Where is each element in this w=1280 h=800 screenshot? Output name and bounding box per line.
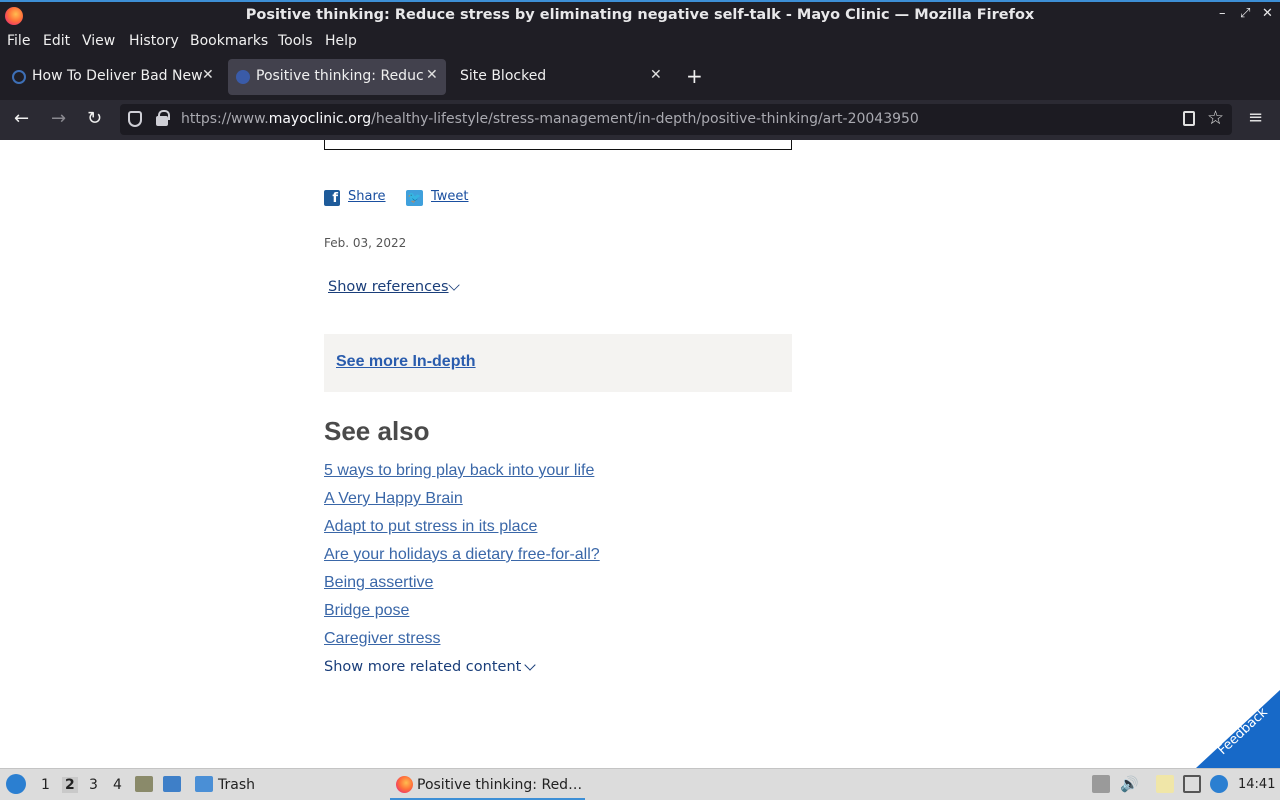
clipboard-icon[interactable] (1156, 775, 1174, 793)
tweet-link[interactable]: Tweet (431, 189, 469, 204)
taskbar-firefox-task[interactable]: Positive thinking: Red… (390, 769, 585, 800)
menu-history[interactable]: History (129, 33, 179, 49)
new-tab-button[interactable]: + (686, 64, 703, 88)
menu-view[interactable]: View (82, 33, 115, 49)
share-facebook-link[interactable]: Share (348, 189, 386, 204)
related-link[interactable]: Caregiver stress (324, 630, 440, 648)
menu-file[interactable]: File (7, 33, 30, 49)
menu-bookmarks[interactable]: Bookmarks (190, 33, 268, 49)
start-menu-icon[interactable] (6, 774, 26, 794)
tab-bad-news[interactable]: How To Deliver Bad News ✕ (4, 59, 222, 95)
facebook-icon[interactable]: f (324, 190, 340, 206)
window-titlebar: Positive thinking: Reduce stress by elim… (0, 0, 1280, 29)
window-title: Positive thinking: Reduce stress by elim… (245, 7, 1035, 23)
tray-app-icon[interactable] (1092, 775, 1110, 793)
menu-edit[interactable]: Edit (43, 33, 70, 49)
workspace-4[interactable]: 4 (113, 777, 122, 793)
tracking-protection-shield-icon[interactable] (128, 111, 142, 127)
tab-site-blocked[interactable]: Site Blocked ✕ (452, 59, 670, 95)
see-more-in-depth-link[interactable]: See more In-depth (336, 353, 476, 371)
related-link[interactable]: Being assertive (324, 574, 433, 592)
url-text[interactable]: https://www.mayoclinic.org/healthy-lifes… (181, 111, 919, 127)
tab-label: Site Blocked (460, 68, 547, 84)
workspace-1[interactable]: 1 (41, 777, 50, 793)
back-button[interactable]: ← (14, 108, 29, 129)
tab-label: Positive thinking: Reduce (256, 68, 424, 84)
trash-folder-icon[interactable] (195, 776, 213, 792)
feedback-button[interactable]: Feedback (1196, 690, 1280, 768)
close-tab-icon[interactable]: ✕ (426, 67, 438, 83)
notification-icon[interactable] (1210, 775, 1228, 793)
publish-date: Feb. 03, 2022 (324, 236, 407, 250)
tab-positive-thinking[interactable]: Positive thinking: Reduce ✕ (228, 59, 446, 95)
maximize-button[interactable]: ⤢ (1240, 6, 1250, 21)
close-tab-icon[interactable]: ✕ (202, 67, 214, 83)
menu-bar: File Edit View History Bookmarks Tools H… (0, 29, 1280, 54)
bookmark-star-icon[interactable]: ☆ (1207, 107, 1224, 129)
show-more-related-button[interactable]: Show more related content (324, 659, 521, 675)
task-label: Positive thinking: Red… (417, 777, 583, 793)
workspace-3[interactable]: 3 (89, 777, 98, 793)
twitter-icon[interactable]: 🐦 (406, 190, 423, 206)
related-link[interactable]: Adapt to put stress in its place (324, 518, 537, 536)
menu-tools[interactable]: Tools (278, 33, 313, 49)
related-link[interactable]: Bridge pose (324, 602, 409, 620)
firefox-icon (396, 776, 413, 793)
content-box-bottom-edge (324, 140, 792, 150)
reload-button[interactable]: ↻ (87, 108, 102, 129)
chevron-down-icon[interactable] (448, 279, 460, 291)
trash-label[interactable]: Trash (218, 777, 255, 793)
minimize-button[interactable]: – (1219, 6, 1226, 21)
related-link[interactable]: Are your holidays a dietary free-for-all… (324, 546, 600, 564)
forward-button[interactable]: → (51, 108, 66, 129)
related-link[interactable]: 5 ways to bring play back into your life (324, 462, 594, 480)
app-menu-icon[interactable]: ≡ (1248, 107, 1263, 128)
tab-strip: How To Deliver Bad News ✕ Positive think… (0, 54, 1280, 100)
workspace-2[interactable]: 2 (62, 777, 78, 793)
show-references-button[interactable]: Show references (328, 279, 449, 295)
url-bar[interactable]: https://www.mayoclinic.org/healthy-lifes… (120, 104, 1232, 135)
clock: 14:41 (1238, 777, 1276, 792)
close-tab-icon[interactable]: ✕ (650, 67, 662, 83)
mayo-clinic-favicon-icon (236, 70, 250, 84)
volume-icon[interactable]: 🔊 (1120, 775, 1139, 793)
see-more-box: See more In-depth (324, 334, 792, 392)
desktop-icon[interactable] (163, 776, 181, 792)
network-icon[interactable] (1183, 775, 1201, 793)
taskbar: 1 2 3 4 Trash Positive thinking: Red… 🔊 … (0, 768, 1280, 800)
lock-icon[interactable] (156, 110, 170, 126)
page-content: f Share 🐦 Tweet Feb. 03, 2022 Show refer… (0, 140, 1280, 768)
tab-label: How To Deliver Bad News (32, 68, 202, 84)
file-manager-icon[interactable] (135, 776, 153, 792)
site-favicon-icon (12, 70, 26, 84)
related-link[interactable]: A Very Happy Brain (324, 490, 463, 508)
see-also-heading: See also (324, 416, 430, 446)
menu-help[interactable]: Help (325, 33, 357, 49)
close-window-button[interactable]: ✕ (1262, 6, 1273, 21)
navigation-bar: ← → ↻ https://www.mayoclinic.org/healthy… (0, 100, 1280, 140)
reader-view-icon[interactable] (1183, 111, 1195, 126)
chevron-down-icon[interactable] (524, 659, 536, 671)
